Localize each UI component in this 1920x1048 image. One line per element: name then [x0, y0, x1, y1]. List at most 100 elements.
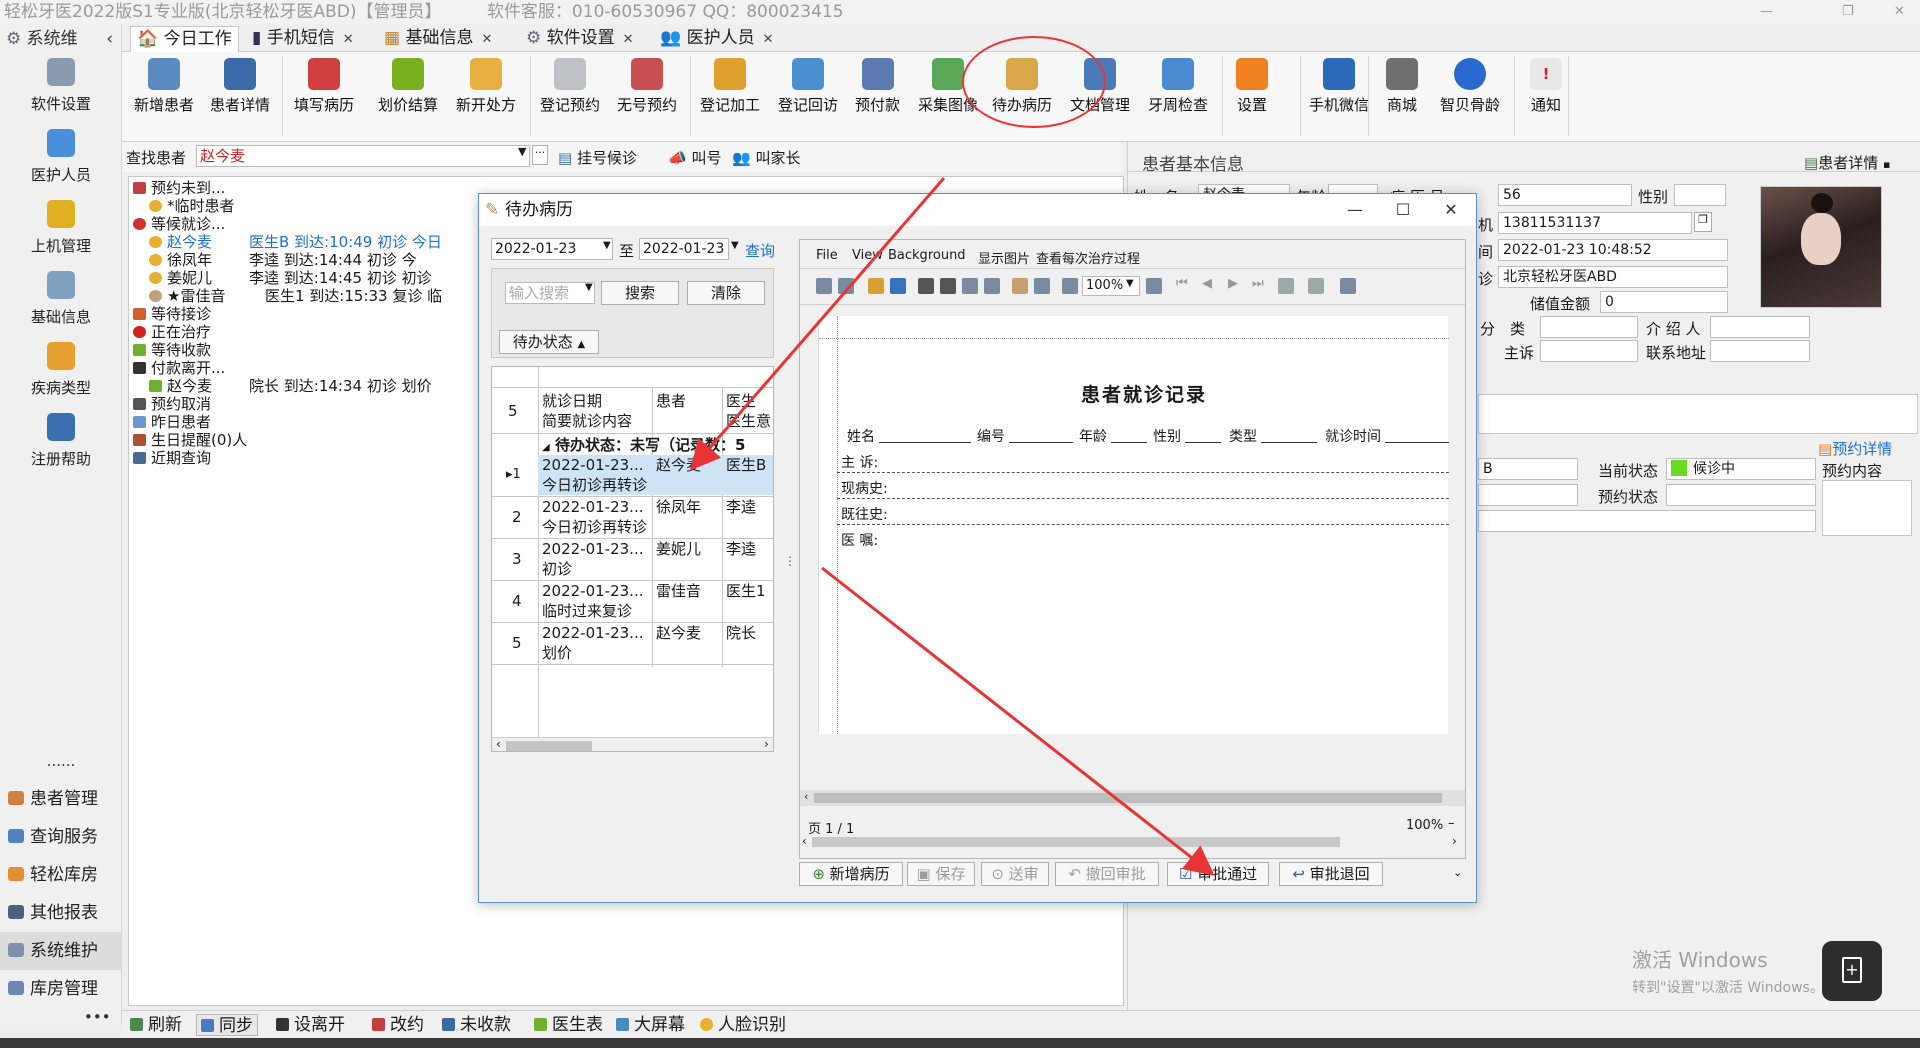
- row-date[interactable]: 2022-01-23...: [542, 623, 650, 643]
- search-input[interactable]: 输入搜索: [505, 282, 595, 304]
- column-header-patient[interactable]: 患者: [656, 391, 686, 411]
- list-item[interactable]: 正在治疗: [133, 323, 211, 341]
- nav-warehouse[interactable]: 轻松库房: [0, 856, 122, 894]
- menu-show-image[interactable]: 显示图片: [978, 248, 1030, 267]
- hand-icon[interactable]: [1012, 278, 1028, 294]
- nav-register-help[interactable]: 注册帮助: [0, 409, 122, 480]
- settings-button[interactable]: 设置: [1236, 58, 1268, 115]
- last-page-icon[interactable]: ⏭: [1252, 276, 1264, 291]
- address-field[interactable]: [1710, 340, 1810, 362]
- row-patient[interactable]: 赵今麦: [656, 623, 701, 643]
- list-item[interactable]: 付款离开...: [133, 359, 225, 377]
- register-wait-button[interactable]: ▤ 挂号候诊: [558, 147, 637, 168]
- zoom-collapse-icon[interactable]: –: [1448, 816, 1455, 831]
- outer-hscroll[interactable]: ‹ ›: [800, 834, 1465, 850]
- register-followup-button[interactable]: 登记回访: [778, 58, 838, 115]
- unpaid-button[interactable]: 未收款: [438, 1014, 515, 1036]
- group-by-chip[interactable]: 待办状态 ▲: [499, 330, 599, 354]
- new-patient-button[interactable]: 新增患者: [134, 58, 194, 115]
- nav-login-management[interactable]: 上机管理: [0, 196, 122, 267]
- appt-field-3[interactable]: [1478, 510, 1816, 532]
- list-item[interactable]: 生日提醒(0)人: [133, 431, 247, 449]
- chevron-down-icon[interactable]: ▼: [603, 240, 611, 251]
- chevron-down-icon[interactable]: ▼: [518, 145, 526, 158]
- menu-file[interactable]: File: [816, 248, 838, 263]
- search-icon[interactable]: [838, 278, 854, 294]
- list-item[interactable]: 等待收款: [133, 341, 211, 359]
- periodontal-check-button[interactable]: 牙周检查: [1148, 58, 1208, 115]
- tab-software-settings[interactable]: ⚙ 软件设置 ✕: [526, 26, 634, 52]
- tab-sms[interactable]: ▮ 手机短信 ✕: [252, 26, 354, 52]
- prev-page-icon[interactable]: ◀: [1202, 276, 1212, 291]
- chevron-down-icon[interactable]: ▼: [1126, 278, 1134, 289]
- category-field[interactable]: [1540, 316, 1638, 338]
- list-item[interactable]: 赵今麦 院长 到达:14:34 初诊 划价: [149, 377, 432, 395]
- clear-button[interactable]: 清除: [687, 281, 765, 305]
- nav-system-maintenance[interactable]: 系统维护: [0, 932, 122, 970]
- page-setup-icon[interactable]: [962, 278, 978, 294]
- menu-background[interactable]: Background: [888, 248, 966, 263]
- zoom-out-icon[interactable]: [1062, 278, 1078, 294]
- reject-button[interactable]: ↩ 审批退回: [1279, 862, 1383, 886]
- big-screen-button[interactable]: 大屏幕: [612, 1014, 689, 1036]
- nav-disease-types[interactable]: 疾病类型: [0, 338, 122, 409]
- document-add-icon[interactable]: +: [1822, 941, 1882, 1001]
- record-no-field[interactable]: 56: [1498, 184, 1632, 206]
- reschedule-button[interactable]: 改约: [368, 1014, 428, 1036]
- zoom-in-icon[interactable]: [1146, 278, 1162, 294]
- fill-record-button[interactable]: 填写病历: [294, 58, 354, 115]
- referrer-field[interactable]: [1710, 316, 1810, 338]
- complaint-field[interactable]: [1540, 340, 1638, 362]
- close-icon[interactable]: ✕: [1894, 0, 1905, 24]
- row-doctor[interactable]: 李逵: [726, 497, 756, 517]
- withdraw-approval-button[interactable]: ↶ 撤回审批: [1055, 862, 1159, 886]
- list-item[interactable]: 预约未到...: [133, 179, 225, 197]
- list-item[interactable]: 昨日患者: [133, 413, 211, 431]
- close-icon[interactable]: ✕: [1427, 194, 1475, 226]
- list-item[interactable]: 等待接诊: [133, 305, 211, 323]
- preview-hscroll[interactable]: ‹: [800, 790, 1465, 806]
- clinic-field[interactable]: 北京轻松牙医ABD: [1498, 266, 1728, 288]
- open-folder-icon[interactable]: [868, 278, 884, 294]
- doctor-table-button[interactable]: 医生表: [530, 1014, 607, 1036]
- sync-button[interactable]: 同步: [196, 1014, 258, 1036]
- approve-button[interactable]: ☑ 审批通过: [1167, 862, 1269, 886]
- list-item[interactable]: 赵今麦 医生B 到达:10:49 初诊 今日: [149, 233, 442, 251]
- first-page-icon[interactable]: ⏮: [1176, 276, 1188, 291]
- appt-field-2[interactable]: [1478, 484, 1578, 506]
- save-button[interactable]: ▣ 保存: [907, 862, 975, 886]
- row-date[interactable]: 2022-01-23...: [542, 581, 650, 601]
- mobile-wechat-button[interactable]: 手机微信: [1294, 58, 1384, 115]
- chevron-down-icon[interactable]: ▼: [731, 240, 739, 251]
- save-icon[interactable]: [890, 278, 906, 294]
- list-item[interactable]: *临时患者: [149, 197, 235, 215]
- date-to-field[interactable]: 2022-01-23: [639, 238, 729, 260]
- list-item[interactable]: 姜妮儿 李逵 到达:14:45 初诊 初诊: [149, 269, 432, 287]
- prepayment-button[interactable]: 预付款: [855, 58, 900, 115]
- chevron-down-icon[interactable]: ⌄: [1453, 866, 1462, 879]
- appt-content-area[interactable]: [1822, 480, 1912, 536]
- menu-view-treatment[interactable]: 查看每次治疗过程: [1036, 248, 1140, 267]
- bone-age-button[interactable]: 智贝骨龄: [1440, 58, 1500, 115]
- row-content[interactable]: 初诊: [542, 559, 572, 579]
- dialog-title-bar[interactable]: ✎ 待办病历 — ☐ ✕: [479, 194, 1476, 226]
- register-appointment-button[interactable]: 登记预约: [540, 58, 600, 115]
- appointment-details-link[interactable]: ▤预约详情: [1818, 438, 1892, 459]
- restore-icon[interactable]: ❐: [1842, 0, 1854, 24]
- list-item[interactable]: 预约取消: [133, 395, 211, 413]
- nav-storage-management[interactable]: 库房管理: [0, 970, 122, 1008]
- row-content[interactable]: 今日初诊再转诊: [542, 517, 647, 537]
- horizontal-scrollbar[interactable]: ‹ ›: [492, 737, 773, 751]
- nav-query-service[interactable]: 查询服务: [0, 818, 122, 856]
- column-header-date[interactable]: 就诊日期: [542, 391, 602, 411]
- doctor-field[interactable]: B: [1478, 458, 1578, 480]
- nav-overflow-icon[interactable]: •••: [84, 1008, 111, 1026]
- notes-area[interactable]: [1478, 394, 1918, 434]
- minimize-icon[interactable]: —: [1331, 194, 1379, 226]
- column-header-brief[interactable]: 简要就诊内容: [542, 411, 632, 431]
- phone-field[interactable]: 13811531137: [1498, 212, 1692, 234]
- copy-icon[interactable]: ❐: [1694, 212, 1712, 232]
- search-button[interactable]: 搜索: [601, 281, 679, 305]
- nav-medical-staff[interactable]: 医护人员: [0, 125, 122, 196]
- menu-view[interactable]: View: [852, 248, 883, 263]
